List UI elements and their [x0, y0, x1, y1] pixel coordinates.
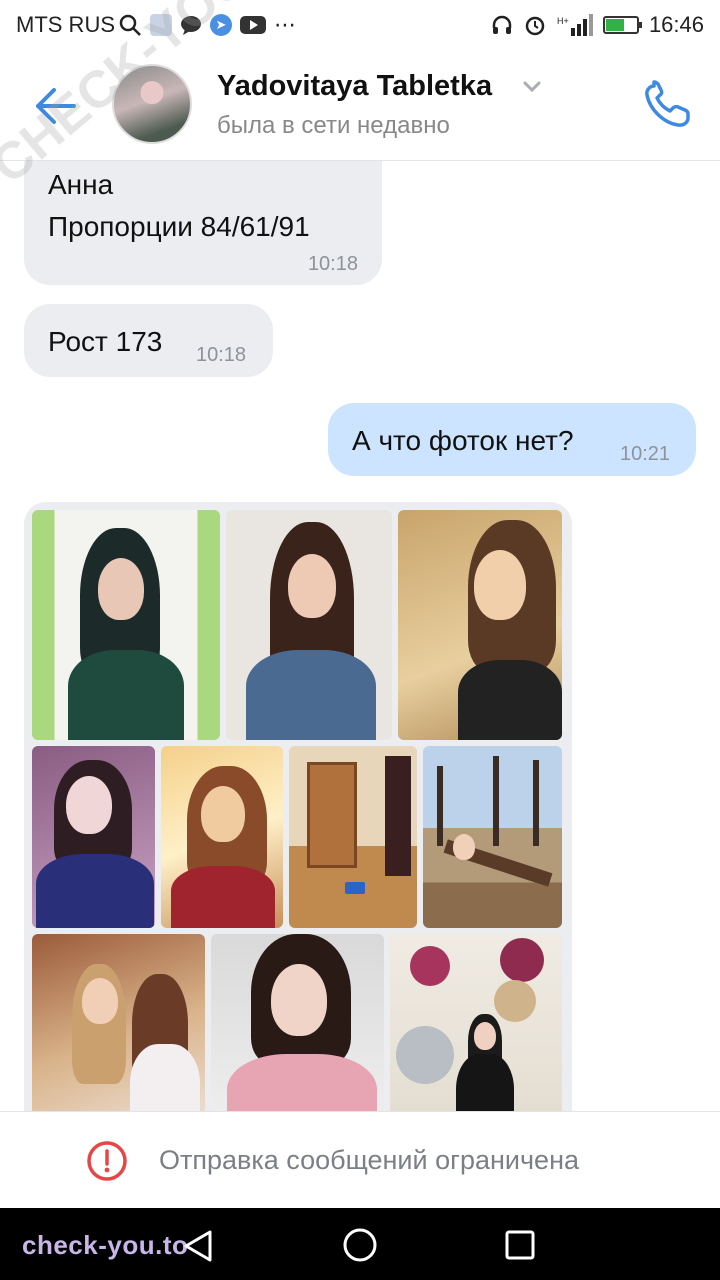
system-nav-bar: check-you.to	[0, 1208, 720, 1280]
message-list[interactable]: Анна Пропорции 84/61/91 10:18 Рост 173 1…	[0, 161, 720, 1111]
battery-icon	[602, 16, 642, 34]
phone-icon[interactable]	[640, 80, 696, 130]
message-bubble-incoming[interactable]: Анна Пропорции 84/61/91 10:18	[24, 161, 382, 285]
message-bubble-outgoing[interactable]: А что фоток нет? 10:21	[328, 403, 696, 476]
nav-back-icon[interactable]	[180, 1228, 216, 1264]
restriction-bar: Отправка сообщений ограничена	[0, 1111, 720, 1209]
status-right: H+ 16:46	[491, 12, 704, 38]
avatar[interactable]	[112, 64, 192, 144]
contact-name[interactable]: Yadovitaya Tabletka	[217, 70, 492, 103]
svg-text:H+: H+	[557, 16, 569, 26]
photo-thumbnail[interactable]	[398, 510, 562, 740]
telegram-icon: ➤	[210, 14, 232, 36]
message-text: Анна	[48, 169, 114, 200]
alarm-icon	[525, 16, 545, 36]
photo-thumbnail[interactable]	[32, 510, 220, 740]
message-time: 10:21	[620, 443, 671, 465]
signal-icon: H+	[557, 14, 593, 36]
photo-thumbnail[interactable]	[289, 746, 417, 928]
search-icon	[119, 14, 141, 36]
notification-icons: ➤ ⋯	[118, 12, 296, 38]
chevron-down-icon[interactable]	[522, 80, 542, 94]
restriction-text: Отправка сообщений ограничена	[159, 1145, 579, 1175]
photo-thumbnail[interactable]	[226, 510, 392, 740]
chat-icon	[181, 16, 201, 35]
alert-icon	[87, 1141, 127, 1181]
photo-thumbnail[interactable]	[423, 746, 562, 928]
back-arrow-icon[interactable]	[32, 86, 76, 126]
photo-thumbnail[interactable]	[390, 934, 562, 1111]
more-icon: ⋯	[274, 12, 296, 37]
youtube-icon	[240, 16, 266, 34]
watermark-text: check-you.to	[22, 1230, 189, 1260]
message-text: А что фоток нет?	[352, 425, 574, 456]
message-text: Пропорции 84/61/91	[48, 211, 310, 242]
photo-album	[24, 502, 572, 1111]
nav-home-icon[interactable]	[342, 1227, 378, 1263]
headphones-icon	[492, 15, 512, 34]
carrier-name: MTS RUS	[16, 12, 115, 37]
contact-status: была в сети недавно	[217, 112, 450, 139]
message-bubble-incoming[interactable]: Рост 173 10:18	[24, 304, 273, 377]
photo-thumbnail[interactable]	[32, 934, 205, 1111]
photo-thumbnail[interactable]	[32, 746, 155, 928]
message-text: Рост 173	[48, 326, 163, 357]
chat-header: Yadovitaya Tabletka была в сети недавно	[0, 50, 720, 161]
message-time: 10:18	[196, 344, 247, 366]
status-bar: MTS RUS ➤ ⋯ H+ 16:46	[0, 0, 720, 50]
photo-thumbnail[interactable]	[161, 746, 283, 928]
clock: 16:46	[648, 12, 704, 37]
message-time: 10:18	[307, 253, 358, 275]
shield-icon	[150, 14, 172, 36]
nav-recent-icon[interactable]	[504, 1229, 536, 1261]
photo-thumbnail[interactable]	[211, 934, 384, 1111]
